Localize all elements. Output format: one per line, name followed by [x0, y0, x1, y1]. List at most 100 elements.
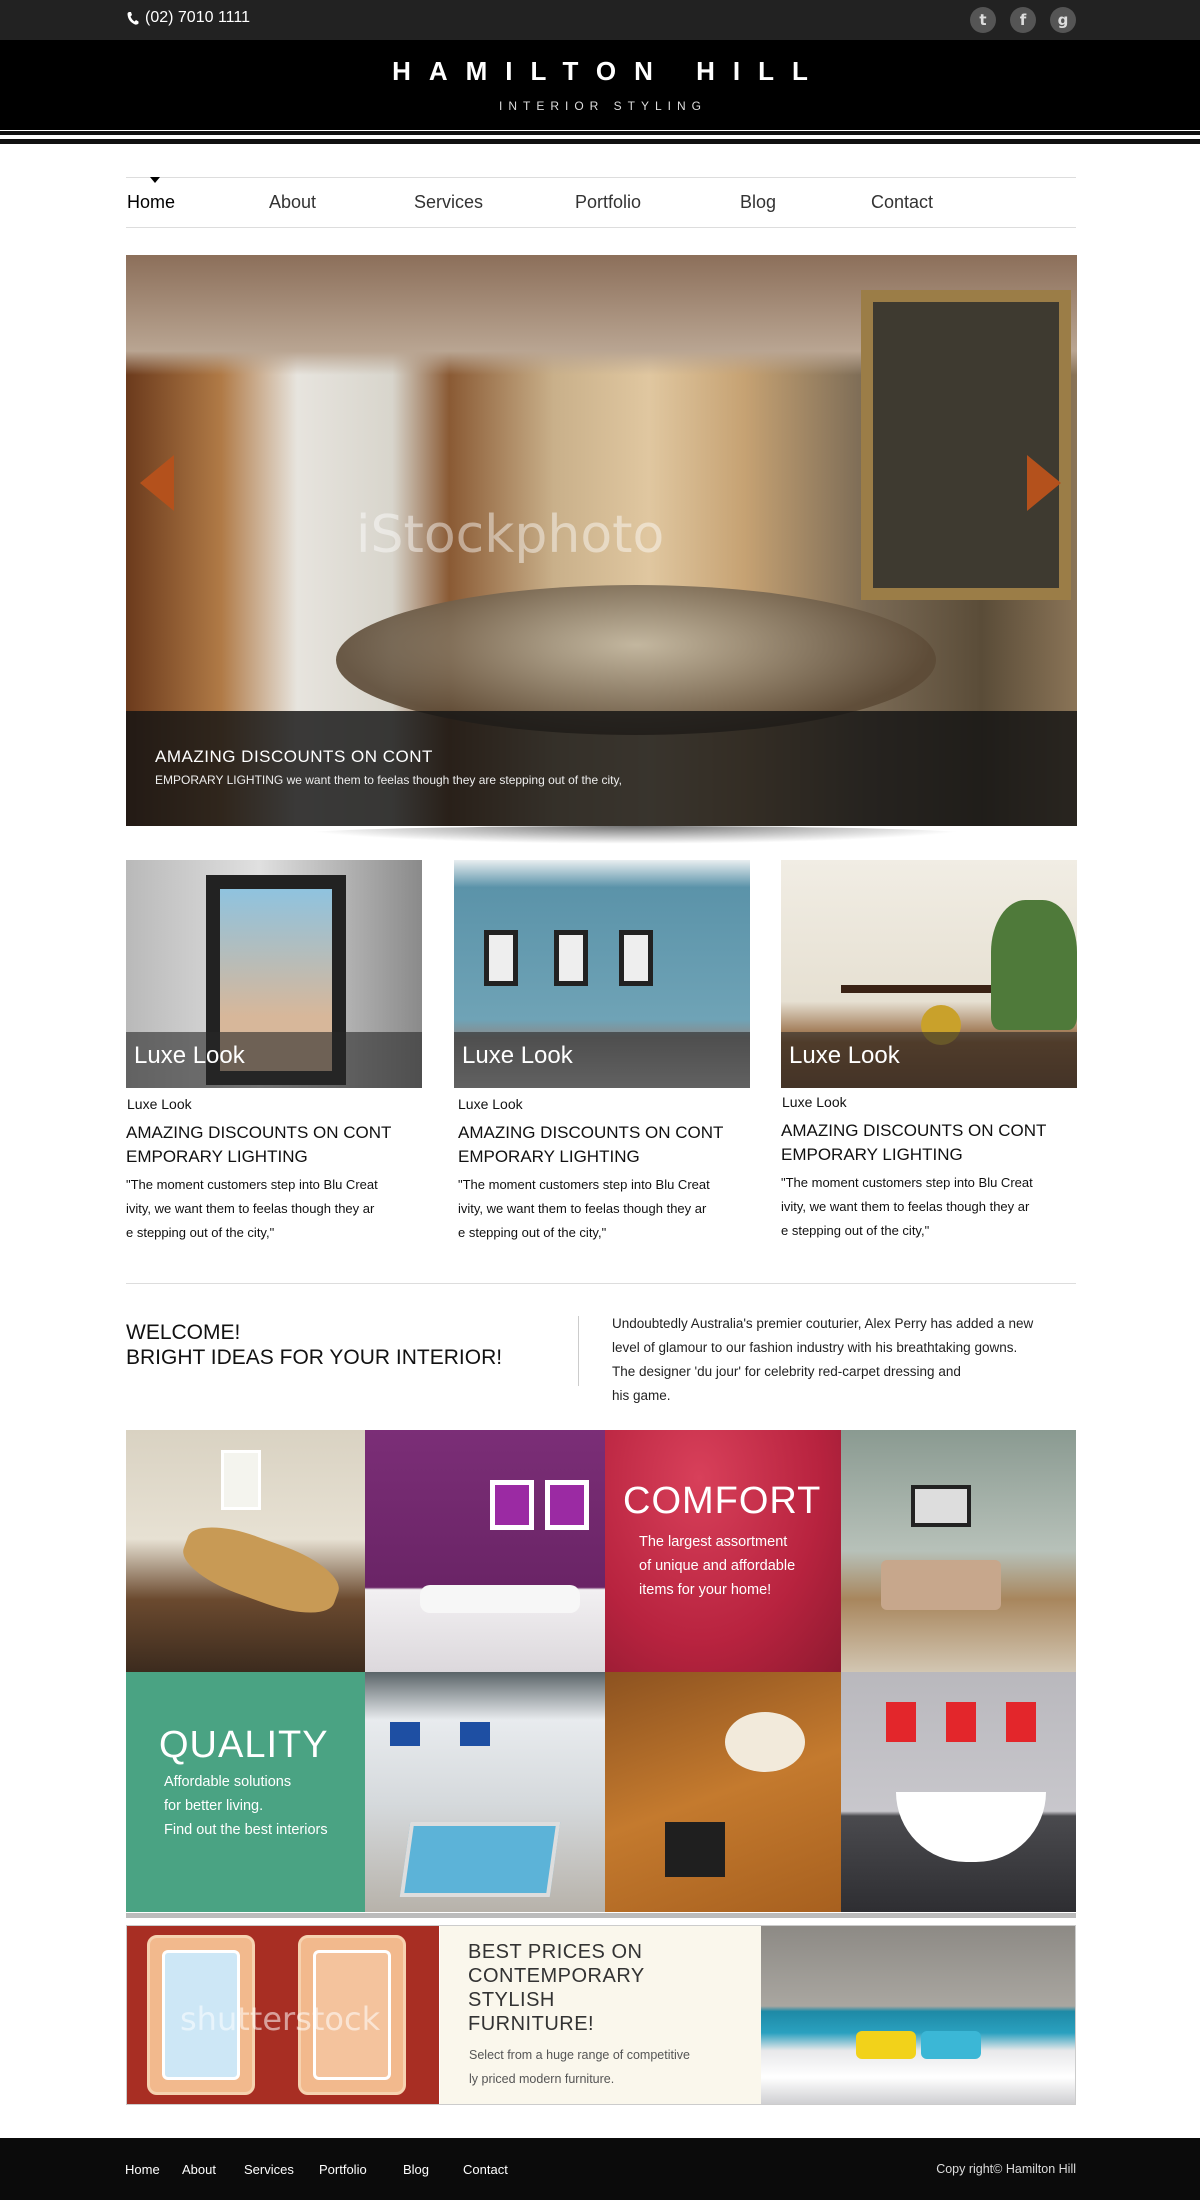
promo-image-bedroom[interactable]	[761, 1926, 1075, 2104]
twitter-icon[interactable]: t	[970, 7, 996, 33]
comfort-text-line: The largest assortment	[639, 1534, 788, 1550]
card-text-line: e stepping out of the city,"	[781, 1223, 930, 1238]
tile-purple-room[interactable]	[365, 1430, 605, 1672]
card-image[interactable]: Luxe Look	[454, 860, 750, 1088]
watermark: shutterstock	[180, 2000, 381, 2038]
welcome-text-line: level of glamour to our fashion industry…	[612, 1340, 1018, 1355]
hero-image-frame	[861, 290, 1071, 600]
nav-blog[interactable]: Blog	[740, 192, 776, 213]
wall-art	[946, 1702, 976, 1742]
card-text-line: ivity, we want them to feelas though the…	[126, 1201, 375, 1216]
pillow	[921, 2031, 981, 2059]
card-text-line: ivity, we want them to feelas though the…	[781, 1199, 1030, 1214]
card-text: "The moment customers step into Blu Crea…	[126, 1173, 426, 1245]
footer-link-services[interactable]: Services	[244, 2162, 294, 2177]
hero-slider[interactable]: iStockphoto AMAZING DISCOUNTS ON CONT EM…	[126, 255, 1077, 826]
comfort-title: COMFORT	[623, 1480, 822, 1522]
card-label: Luxe Look	[127, 1096, 192, 1112]
section-divider	[126, 1283, 1076, 1284]
comfort-text-line: of unique and affordable	[639, 1558, 796, 1574]
section-separator-bar	[126, 1913, 1076, 1918]
card-image[interactable]: Luxe Look	[126, 860, 422, 1088]
card-image[interactable]: Luxe Look	[781, 860, 1077, 1088]
header-stripe	[0, 139, 1200, 144]
footer-link-contact[interactable]: Contact	[463, 2162, 508, 2177]
card-text-line: ivity, we want them to feelas though the…	[458, 1201, 707, 1216]
comfort-text-line: items for your home!	[639, 1582, 772, 1598]
card-label: Luxe Look	[782, 1094, 847, 1110]
promo-text-line: Select from a huge range of competitive	[469, 2048, 690, 2062]
tile-pool[interactable]	[365, 1672, 605, 1912]
tile-quality[interactable]: QUALITY Affordable solutions for better …	[126, 1672, 365, 1912]
welcome-heading-line: WELCOME!	[126, 1321, 241, 1344]
tile-comfort[interactable]: COMFORT The largest assortment of unique…	[605, 1430, 841, 1672]
promo-title-line: STYLISH	[468, 1989, 555, 2011]
card-title-line: AMAZING DISCOUNTS ON CONT	[781, 1121, 1047, 1140]
sofa	[420, 1585, 580, 1613]
nav-contact[interactable]: Contact	[871, 192, 933, 213]
footer-link-home[interactable]: Home	[125, 2162, 160, 2177]
phone-contact[interactable]: (02) 7010 1111	[126, 9, 250, 27]
welcome-text-line: The designer 'du jour' for celebrity red…	[612, 1364, 961, 1379]
site-logo-title[interactable]: HAMILTON HILL	[0, 56, 1200, 87]
card-title-line: AMAZING DISCOUNTS ON CONT	[458, 1123, 724, 1142]
tile-conference-room[interactable]	[126, 1430, 365, 1672]
window	[221, 1450, 261, 1510]
wall-frame	[484, 930, 518, 986]
google-plus-icon[interactable]: g	[1050, 7, 1076, 33]
card-label: Luxe Look	[458, 1096, 523, 1112]
nav-home[interactable]: Home	[127, 192, 175, 213]
wall-art	[490, 1480, 534, 1530]
card-text-line: e stepping out of the city,"	[458, 1225, 607, 1240]
facebook-icon[interactable]: f	[1010, 7, 1036, 33]
tile-dining[interactable]	[605, 1672, 841, 1912]
wall-frame	[619, 930, 653, 986]
nav-portfolio[interactable]: Portfolio	[575, 192, 641, 213]
nav-services[interactable]: Services	[414, 192, 483, 213]
card-title-line: EMPORARY LIGHTING	[458, 1147, 640, 1166]
card-title-line: EMPORARY LIGHTING	[126, 1147, 308, 1166]
promo-text-line: ly priced modern furniture.	[469, 2072, 615, 2086]
tile-bedroom[interactable]	[841, 1430, 1076, 1672]
card-title[interactable]: AMAZING DISCOUNTS ON CONT EMPORARY LIGHT…	[458, 1121, 758, 1169]
nav-bottom-border	[126, 227, 1076, 228]
card-text-line: "The moment customers step into Blu Crea…	[781, 1175, 1033, 1190]
hero-caption-title: AMAZING DISCOUNTS ON CONT	[155, 747, 433, 766]
page: (02) 7010 1111 t f g HAMILTON HILL INTER…	[0, 0, 1200, 2200]
quality-text-line: Find out the best interiors	[164, 1822, 328, 1838]
wall-art	[545, 1480, 589, 1530]
promo-title: BEST PRICES ON CONTEMPORARY STYLISH FURN…	[468, 1940, 645, 2036]
conference-table	[175, 1514, 347, 1626]
hero-shadow	[290, 826, 980, 844]
tile-bathroom[interactable]	[841, 1672, 1076, 1912]
promo-text: Select from a huge range of competitive …	[469, 2043, 690, 2091]
copyright-text: Copy right© Hamilton Hill	[936, 2162, 1076, 2176]
footer-link-about[interactable]: About	[182, 2162, 216, 2177]
pool	[399, 1822, 561, 1897]
slider-prev-arrow-icon[interactable]	[140, 455, 174, 511]
active-nav-indicator-icon	[150, 177, 160, 183]
card-title[interactable]: AMAZING DISCOUNTS ON CONT EMPORARY LIGHT…	[126, 1121, 426, 1169]
promo-title-line: BEST PRICES ON	[468, 1941, 643, 1963]
slider-next-arrow-icon[interactable]	[1027, 455, 1061, 511]
bed	[881, 1560, 1001, 1610]
site-logo-subtitle: INTERIOR STYLING	[498, 99, 707, 113]
footer-link-portfolio[interactable]: Portfolio	[319, 2162, 367, 2177]
wall-art	[390, 1722, 420, 1746]
wall-art	[911, 1485, 971, 1527]
welcome-text-line: Undoubtedly Australia's premier couturie…	[612, 1316, 1034, 1331]
plant	[991, 900, 1077, 1030]
card-overlay-label: Luxe Look	[789, 1042, 900, 1069]
welcome-text-line: his game.	[612, 1388, 671, 1403]
card-title-line: EMPORARY LIGHTING	[781, 1145, 963, 1164]
hero-caption: AMAZING DISCOUNTS ON CONT EMPORARY LIGHT…	[126, 711, 1077, 826]
comfort-text: The largest assortment of unique and aff…	[639, 1530, 795, 1602]
pillow	[856, 2031, 916, 2059]
footer-link-blog[interactable]: Blog	[403, 2162, 429, 2177]
console-table	[841, 985, 991, 993]
hero-caption-text: EMPORARY LIGHTING we want them to feelas…	[155, 773, 622, 787]
nav-about[interactable]: About	[269, 192, 316, 213]
promo-title-line: CONTEMPORARY	[468, 1965, 645, 1987]
welcome-heading: WELCOME! BRIGHT IDEAS FOR YOUR INTERIOR!	[126, 1320, 502, 1370]
card-title[interactable]: AMAZING DISCOUNTS ON CONT EMPORARY LIGHT…	[781, 1119, 1081, 1167]
